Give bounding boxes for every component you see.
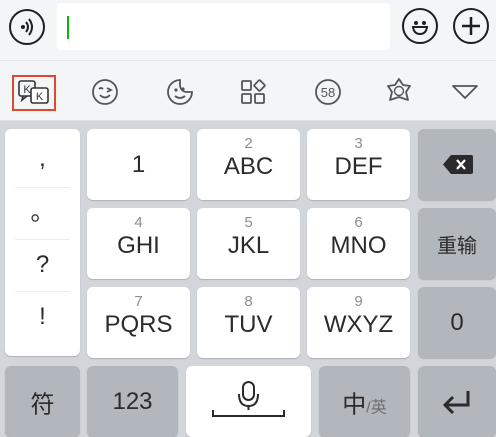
key-1[interactable]: 1 [87,129,190,200]
key-8-letters: TUV [224,311,273,338]
number-58-button[interactable]: 58 [311,75,345,109]
key-3-digit: 3 [354,135,363,152]
microphone-icon [212,381,285,417]
symbols-key[interactable]: 符 [5,366,80,437]
more-button[interactable] [453,8,489,44]
key-9-letters: WXYZ [323,311,394,338]
key-7-digit: 7 [134,293,143,310]
retype-key[interactable]: 重输 [418,208,496,279]
key-9-digit: 9 [354,293,363,310]
enter-icon [442,391,470,415]
emoji-button[interactable] [402,8,438,44]
badge-button[interactable] [382,75,416,109]
retype-label: 重输 [437,235,477,257]
numbers-label: 123 [112,387,153,415]
plus-icon [462,17,480,35]
key-3-def[interactable]: 3 DEF [307,129,410,200]
space-voice-key[interactable] [186,366,311,437]
apps-grid-button[interactable] [236,75,270,109]
key-1-label: 1 [131,150,146,178]
smiley-icon [411,21,429,36]
collapse-icon [452,85,478,99]
key-0-label: 0 [450,308,464,336]
key-5-jkl[interactable]: 5 JKL [197,208,300,279]
emoji-face-button[interactable] [88,75,122,109]
key-6-digit: 6 [354,214,363,231]
enter-key[interactable] [418,366,496,437]
key-3-letters: DEF [334,153,383,180]
kk-keyboard-button[interactable]: K K [12,75,56,111]
comma-key[interactable]: , [15,133,70,185]
text-caret [67,16,69,39]
collapse-keyboard-button[interactable] [448,75,482,109]
svg-text:K: K [36,91,44,103]
key-9-wxyz[interactable]: 9 WXYZ [307,287,410,358]
numbers-key[interactable]: 123 [87,366,178,437]
key-6-mno[interactable]: 6 MNO [307,208,410,279]
key-5-digit: 5 [244,214,253,231]
exclamation-key[interactable]: ! [15,291,70,343]
badge-icon [387,78,411,101]
key-4-letters: GHI [117,232,160,259]
backspace-key[interactable] [418,129,496,200]
key-5-letters: JKL [227,232,270,259]
emoji-face-icon [92,79,118,105]
key-8-tuv[interactable]: 8 TUV [197,287,300,358]
backspace-icon [443,155,473,174]
voice-icon [21,18,33,36]
lang-sub: /英 [366,399,387,416]
punctuation-column: , 。 ? ! [5,129,80,356]
number-58-icon: 58 [315,79,341,105]
key-4-digit: 4 [134,214,143,231]
input-bar [0,0,496,60]
sticker-icon [167,79,193,105]
svg-text:K: K [23,84,31,96]
language-switch-label: 中/英 [319,384,410,419]
key-2-abc[interactable]: 2 ABC [197,129,300,200]
period-key[interactable]: 。 [15,187,70,239]
lang-main: 中 [342,391,367,418]
key-7-letters: PQRS [104,311,173,338]
language-switch-key[interactable]: 中/英 [319,366,410,437]
kk-keyboard-icon: K K [18,80,49,104]
key-7-pqrs[interactable]: 7 PQRS [87,287,190,358]
symbols-label: 符 [30,391,55,418]
key-2-digit: 2 [244,135,253,152]
sticker-button[interactable] [163,75,197,109]
question-key[interactable]: ? [15,239,70,291]
message-input[interactable] [57,3,390,50]
key-8-digit: 8 [244,293,253,310]
key-4-ghi[interactable]: 4 GHI [87,208,190,279]
voice-input-button[interactable] [9,9,45,45]
key-2-letters: ABC [223,153,274,180]
key-0[interactable]: 0 [418,287,496,358]
key-6-letters: MNO [330,232,387,259]
keyboard-toolbar: K K 58 [0,60,496,121]
svg-text:58: 58 [321,85,335,100]
apps-grid-icon [241,79,266,104]
